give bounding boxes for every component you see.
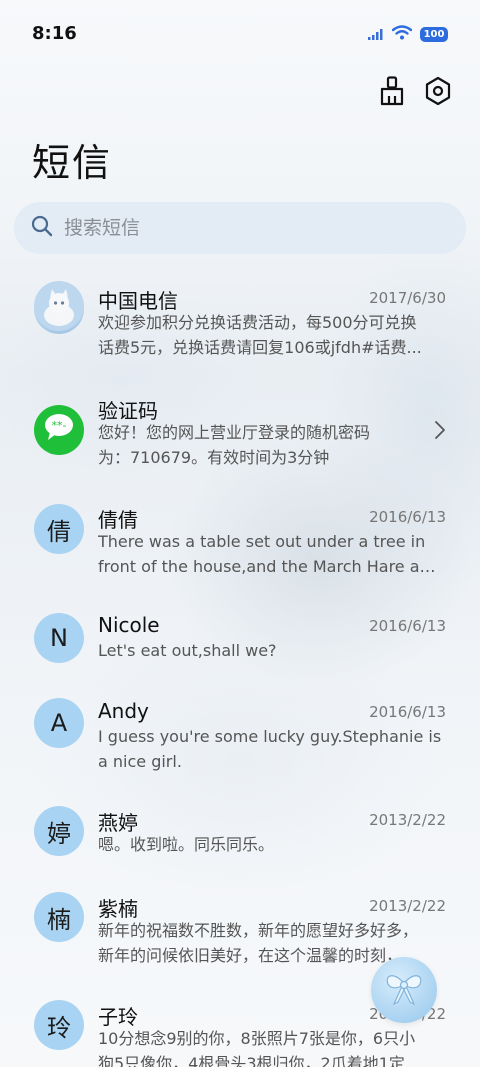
contact-avatar: A <box>34 698 84 748</box>
bow-icon <box>382 968 426 1012</box>
conversation-row[interactable]: N Nicole 2016/6/13 Let's eat out,shall w… <box>0 602 480 682</box>
message-date: 2013/2/22 <box>369 897 446 915</box>
contact-avatar: 楠 <box>34 892 84 942</box>
preview-line: front of the house,and the March Hare an… <box>98 557 444 576</box>
conversation-row[interactable]: A Andy 2016/6/13 I guess you're some luc… <box>0 688 480 788</box>
settings-icon <box>424 76 452 110</box>
status-bar: 8:16 100 <box>0 0 480 68</box>
preview-line: a nice girl. <box>98 752 182 771</box>
search-icon <box>30 214 54 242</box>
toolbar <box>378 76 452 110</box>
broom-icon <box>379 76 405 110</box>
preview-line: 为：710679。有效时间为3分钟 <box>98 448 330 467</box>
settings-button[interactable] <box>424 76 452 110</box>
signal-icon <box>368 25 384 44</box>
contact-avatar: 婷 <box>34 806 84 856</box>
contact-avatar: N <box>34 613 84 663</box>
preview-line: There was a table set out under a tree i… <box>98 532 426 551</box>
search-input[interactable] <box>64 217 424 239</box>
search-bar[interactable] <box>14 202 466 254</box>
message-bubble-icon: **- <box>42 412 76 448</box>
clean-button[interactable] <box>378 76 406 110</box>
status-icons: 100 <box>368 24 448 44</box>
photo-cat-icon <box>34 281 84 337</box>
contact-avatar: 玲 <box>34 1000 84 1050</box>
page-title: 短信 <box>32 141 113 185</box>
preview-line: 新年的祝福数不胜数，新年的愿望好多好多， <box>98 921 419 940</box>
message-preview: I guess you're some lucky guy.Stephanie … <box>98 724 444 774</box>
message-preview: 您好！您的网上营业厅登录的随机密码 为：710679。有效时间为3分钟 <box>98 420 398 470</box>
conversation-row[interactable]: 倩 倩倩 2016/6/13 There was a table set out… <box>0 492 480 592</box>
message-preview: 欢迎参加积分兑换话费活动，每500分可兑换 话费5元，兑换话费请回复106或jf… <box>98 310 444 360</box>
preview-line: 10分想念9别的你，8张照片7张是你，6只小 <box>98 1029 416 1048</box>
preview-line: 您好！您的网上营业厅登录的随机密码 <box>98 423 371 442</box>
status-time: 8:16 <box>32 22 77 44</box>
message-date: 2016/6/13 <box>369 617 446 635</box>
preview-line: 狗5只像你，4根骨头3根归你，2爪着地1定 <box>98 1054 405 1067</box>
svg-text:**-: **- <box>52 419 67 432</box>
wifi-icon <box>391 24 413 44</box>
message-preview: Let's eat out,shall we? <box>98 638 444 663</box>
conversation-row[interactable]: 中国电信 2017/6/30 欢迎参加积分兑换话费活动，每500分可兑换 话费5… <box>0 272 480 372</box>
preview-line: Let's eat out,shall we? <box>98 641 277 660</box>
preview-line: 欢迎参加积分兑换话费活动，每500分可兑换 <box>98 313 417 332</box>
contact-name: Andy <box>98 699 149 723</box>
preview-line: I guess you're some lucky guy.Stephanie … <box>98 727 442 746</box>
message-preview: 10分想念9别的你，8张照片7张是你，6只小 狗5只像你，4根骨头3根归你，2爪… <box>98 1026 444 1067</box>
message-date: 2017/6/30 <box>369 289 446 307</box>
message-preview: 嗯。收到啦。同乐同乐。 <box>98 832 444 857</box>
contact-avatar <box>34 281 84 337</box>
contact-avatar: 倩 <box>34 504 84 554</box>
floating-action-button[interactable] <box>371 957 437 1023</box>
message-date: 2016/6/13 <box>369 703 446 721</box>
contact-avatar: **- <box>34 405 84 455</box>
battery-indicator: 100 <box>420 26 448 42</box>
conversation-row[interactable]: **- 验证码 您好！您的网上营业厅登录的随机密码 为：710679。有效时间为… <box>0 382 480 482</box>
preview-line: 嗯。收到啦。同乐同乐。 <box>98 835 275 854</box>
preview-line: 话费5元，兑换话费请回复106或jfdh#话费... <box>98 338 422 357</box>
conversation-row[interactable]: 婷 燕婷 2013/2/22 嗯。收到啦。同乐同乐。 <box>0 796 480 876</box>
contact-name: Nicole <box>98 613 160 637</box>
chevron-right-icon[interactable] <box>434 420 446 444</box>
message-date: 2013/2/22 <box>369 811 446 829</box>
message-preview: There was a table set out under a tree i… <box>98 529 444 579</box>
message-date: 2016/6/13 <box>369 508 446 526</box>
